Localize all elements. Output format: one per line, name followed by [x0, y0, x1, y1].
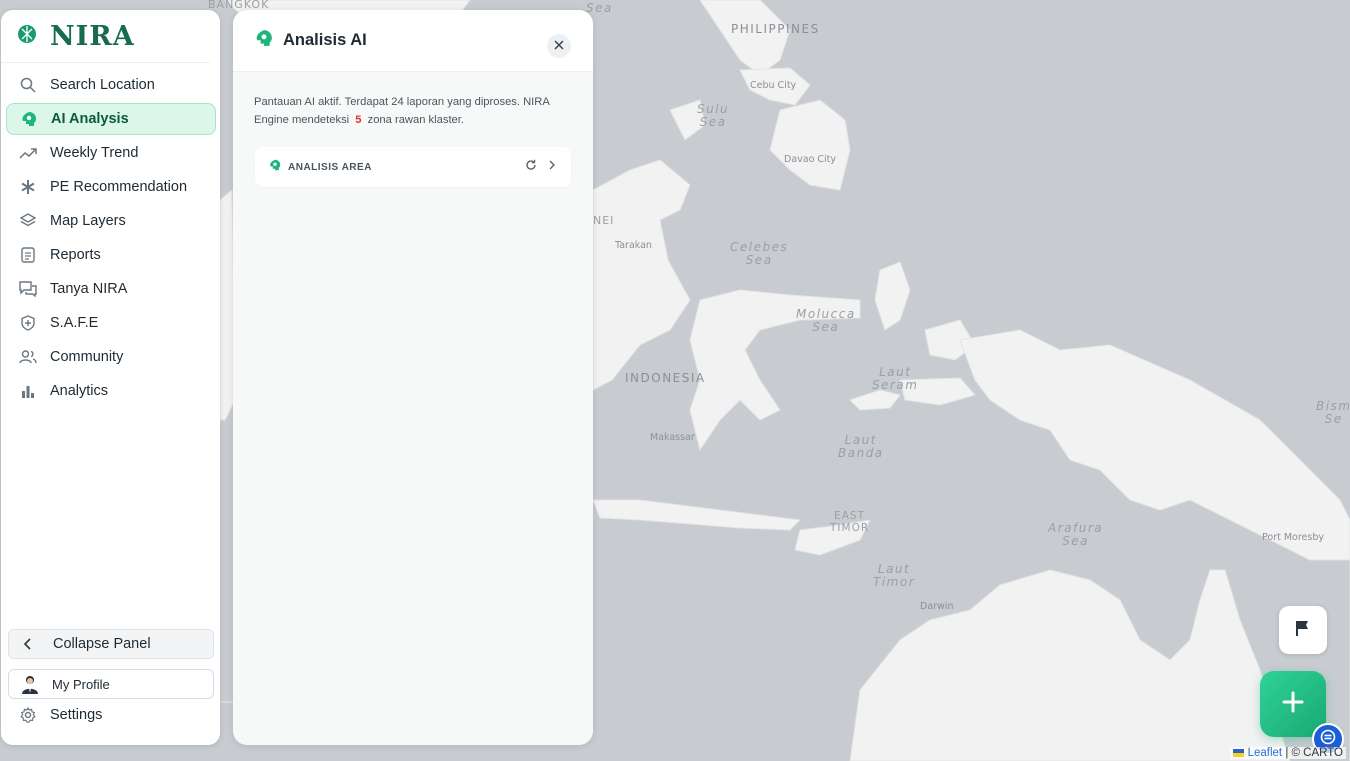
layers-icon: [19, 212, 37, 230]
search-icon: [19, 76, 37, 94]
sidebar-item-weekly-trend[interactable]: Weekly Trend: [6, 137, 216, 169]
brand[interactable]: NIRA: [1, 10, 210, 63]
users-icon: [19, 348, 37, 366]
my-profile-button[interactable]: My Profile: [8, 669, 214, 699]
area-actions: [525, 158, 557, 176]
report-flag-button[interactable]: [1279, 606, 1327, 654]
sidebar-item-tanya-nira[interactable]: Tanya NIRA: [6, 273, 216, 305]
map-label-sea: Sea: [586, 1, 613, 15]
area-analysis-label: ANALISIS AREA: [288, 161, 372, 173]
ai-brain-icon: [255, 29, 273, 52]
summary-after: zona rawan klaster.: [367, 114, 464, 126]
ai-summary-text: Pantauan AI aktif. Terdapat 24 laporan y…: [254, 93, 573, 129]
map-label-sulu-sea: Sulu Sea: [697, 102, 730, 129]
sidebar-item-reports[interactable]: Reports: [6, 239, 216, 271]
sidebar-item-ai-analysis[interactable]: AI Analysis: [6, 103, 216, 135]
map-label-laut-banda: Laut Banda: [838, 433, 884, 460]
document-icon: [19, 246, 37, 264]
sidebar-item-safe[interactable]: S.A.F.E: [6, 307, 216, 339]
sidebar-nav: Search Location AI Analysis Weekly Trend…: [1, 69, 220, 407]
my-profile-label: My Profile: [52, 676, 110, 692]
gear-icon: [19, 706, 37, 724]
sidebar-item-label: Reports: [50, 247, 101, 263]
map-label-laut-timor: Laut Timor: [873, 562, 916, 589]
refresh-icon[interactable]: [525, 158, 537, 176]
sidebar: NIRA Search Location AI Analysis Weekly …: [1, 10, 220, 745]
ai-brain-icon: [20, 110, 38, 128]
map-label-philippines: PHILIPPINES: [731, 22, 820, 36]
collapse-panel-button[interactable]: Collapse Panel: [8, 629, 214, 659]
panel-header: Analisis AI: [233, 10, 593, 72]
sidebar-item-label: PE Recommendation: [50, 179, 188, 195]
nira-logo-icon: [16, 23, 38, 50]
chat-icon: [19, 280, 37, 298]
sidebar-item-pe-recommendation[interactable]: PE Recommendation: [6, 171, 216, 203]
asterisk-icon: [19, 178, 37, 196]
ai-analysis-panel: Analisis AI Pantauan AI aktif. Terdapat …: [233, 10, 593, 745]
plus-icon: [1282, 691, 1304, 718]
sidebar-item-label: Community: [50, 349, 124, 365]
brand-name: NIRA: [50, 20, 135, 52]
sidebar-item-label: Tanya NIRA: [50, 281, 128, 297]
collapse-panel-label: Collapse Panel: [53, 636, 151, 652]
map-label-nei: NEI: [593, 214, 615, 227]
trending-up-icon: [19, 144, 37, 162]
avatar: [21, 674, 39, 694]
sidebar-item-label: S.A.F.E: [50, 315, 99, 331]
close-icon: [554, 37, 564, 55]
settings-label: Settings: [50, 707, 103, 723]
leaflet-link[interactable]: Leaflet: [1248, 747, 1283, 759]
sidebar-item-label: Search Location: [50, 77, 155, 93]
map-label-port-moresby: Port Moresby: [1262, 532, 1325, 543]
map-attribution: Leaflet | © CARTO: [1230, 747, 1346, 759]
shield-icon: [19, 314, 37, 332]
close-panel-button[interactable]: [547, 34, 571, 58]
flag-icon: [1294, 619, 1312, 642]
map-label-laut-seram: Laut Seram: [872, 365, 919, 392]
map-label-makassar: Makassar: [650, 432, 695, 443]
sidebar-item-analytics[interactable]: Analytics: [6, 375, 216, 407]
sidebar-item-label: Analytics: [50, 383, 109, 399]
sidebar-item-community[interactable]: Community: [6, 341, 216, 373]
carto-attribution: | © CARTO: [1285, 747, 1343, 759]
sidebar-item-label: Weekly Trend: [50, 145, 139, 161]
map-label-davao: Davao City: [784, 154, 837, 165]
map-label-east-timor: EAST TIMOR: [830, 510, 870, 534]
sidebar-item-map-layers[interactable]: Map Layers: [6, 205, 216, 237]
area-analysis-card[interactable]: ANALISIS AREA: [255, 147, 571, 187]
settings-button[interactable]: Settings: [6, 700, 214, 730]
bar-chart-icon: [19, 382, 37, 400]
ai-brain-icon: [269, 158, 281, 176]
sidebar-item-label: Map Layers: [50, 213, 126, 229]
map-label-bismarck-sea: Bism Se: [1316, 399, 1350, 426]
zone-count: 5: [355, 114, 362, 126]
map-label-darwin: Darwin: [920, 601, 954, 612]
map-label-arafura-sea: Arafura Sea: [1048, 521, 1104, 548]
panel-title: Analisis AI: [283, 31, 367, 49]
chevron-left-icon: [23, 638, 39, 650]
map-label-celebes-sea: Celebes Sea: [730, 240, 789, 267]
map-label-molucca-sea: Molucca Sea: [796, 307, 856, 334]
sidebar-item-search-location[interactable]: Search Location: [6, 69, 216, 101]
map-label-cebu: Cebu City: [750, 80, 797, 91]
sidebar-item-label: AI Analysis: [51, 111, 129, 127]
ukraine-flag-icon: [1233, 748, 1245, 757]
map-label-indonesia: INDONESIA: [625, 371, 706, 385]
chevron-right-icon[interactable]: [547, 158, 557, 176]
map-label-tarakan: Tarakan: [615, 240, 652, 251]
